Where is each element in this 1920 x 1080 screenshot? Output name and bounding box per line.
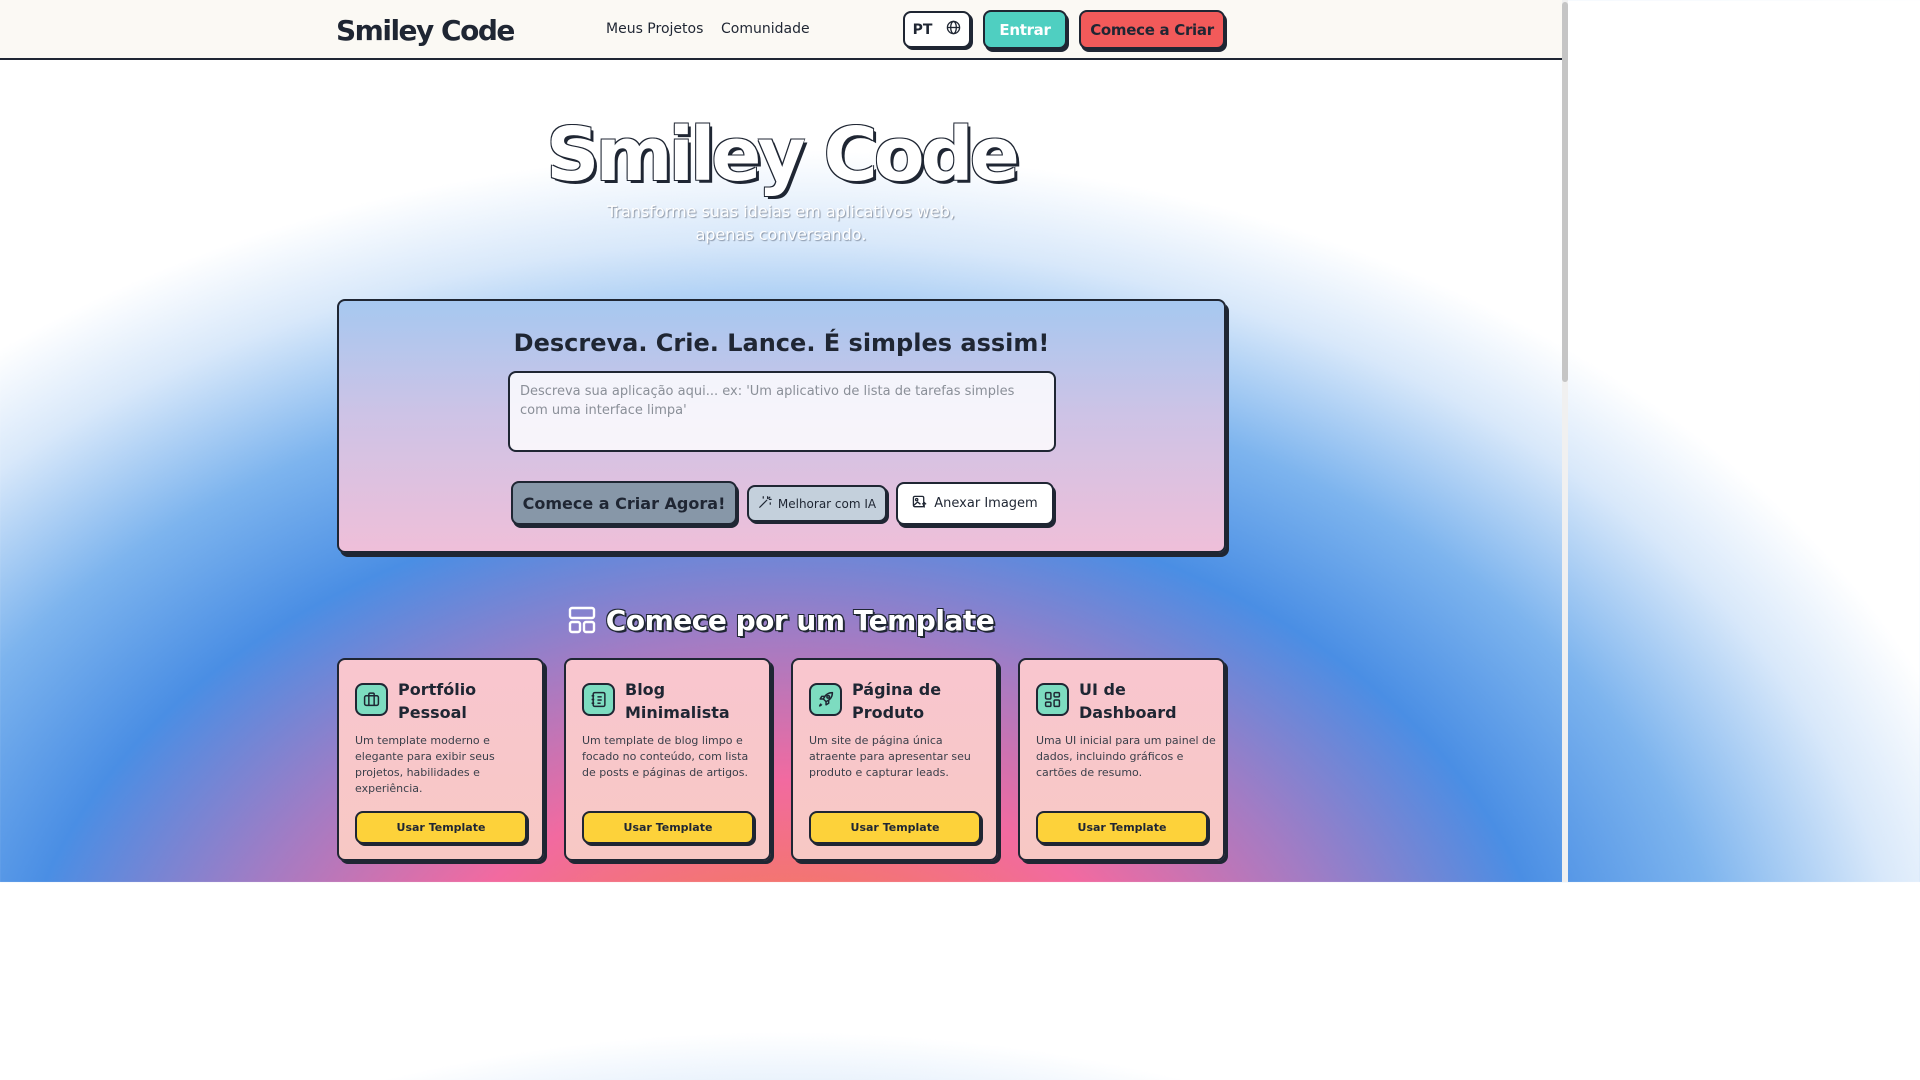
- template-card-product: Página de Produto Um site de página únic…: [791, 658, 998, 861]
- prompt-card: Descreva. Crie. Lance. É simples assim! …: [337, 299, 1226, 553]
- template-card-blog: Blog Minimalista Um template de blog lim…: [564, 658, 771, 861]
- template-card-portfolio: Portfólio Pessoal Um template moderno e …: [337, 658, 544, 861]
- top-navigation-bar: Smiley Code Meus Projetos Comunidade PT …: [0, 0, 1562, 60]
- nav-link-my-projects[interactable]: Meus Projetos: [606, 21, 703, 37]
- start-creating-button[interactable]: Comece a Criar: [1079, 10, 1225, 49]
- language-selector[interactable]: PT: [903, 11, 971, 48]
- attach-image-label: Anexar Imagem: [934, 496, 1038, 511]
- nav-link-community[interactable]: Comunidade: [721, 21, 810, 37]
- template-description: Uma UI inicial para um painel de dados, …: [1036, 734, 1216, 779]
- hero-subtitle: Transforme suas ideias em aplicativos we…: [607, 202, 955, 244]
- template-name: Blog Minimalista: [625, 680, 730, 722]
- briefcase-icon: [355, 683, 388, 716]
- layout-icon: [568, 606, 596, 641]
- improve-with-ai-label: Melhorar com IA: [777, 496, 877, 511]
- language-label: PT: [912, 21, 933, 38]
- login-button[interactable]: Entrar: [983, 10, 1067, 49]
- logo[interactable]: Smiley Code: [336, 14, 515, 47]
- templates-heading: Comece por um Template: [0, 604, 1562, 641]
- prompt-card-heading: Descreva. Crie. Lance. É simples assim!: [513, 329, 1050, 357]
- hero-title: Smiley Code: [546, 112, 1020, 198]
- use-template-button[interactable]: Usar Template: [582, 811, 754, 844]
- template-name: UI de Dashboard: [1079, 680, 1177, 722]
- scrollbar[interactable]: [1562, 0, 1568, 882]
- attach-image-button[interactable]: Anexar Imagem: [896, 482, 1054, 525]
- template-card-dashboard: UI de Dashboard Uma UI inicial para um p…: [1018, 658, 1225, 861]
- start-creating-now-button[interactable]: Comece a Criar Agora!: [511, 481, 737, 525]
- use-template-button[interactable]: Usar Template: [355, 811, 527, 844]
- notebook-icon: [582, 683, 615, 716]
- template-description: Um template de blog limpo e focado no co…: [582, 734, 749, 779]
- templates-heading-text: Comece por um Template: [605, 604, 995, 637]
- magic-wand-icon: [758, 495, 772, 512]
- image-upload-icon: [912, 494, 927, 513]
- template-name: Portfólio Pessoal: [398, 680, 477, 722]
- template-description: Um template moderno e elegante para exib…: [355, 734, 495, 795]
- template-name: Página de Produto: [852, 680, 942, 722]
- use-template-button[interactable]: Usar Template: [1036, 811, 1208, 844]
- template-description: Um site de página única atraente para ap…: [809, 734, 971, 779]
- improve-with-ai-button[interactable]: Melhorar com IA: [747, 485, 887, 522]
- rocket-icon: [809, 683, 842, 716]
- scrollbar-thumb[interactable]: [1562, 2, 1568, 382]
- dashboard-icon: [1036, 683, 1069, 716]
- app-description-input[interactable]: Descreva sua aplicação aqui... ex: 'Um a…: [508, 371, 1056, 452]
- use-template-button[interactable]: Usar Template: [809, 811, 981, 844]
- globe-icon: [946, 20, 961, 39]
